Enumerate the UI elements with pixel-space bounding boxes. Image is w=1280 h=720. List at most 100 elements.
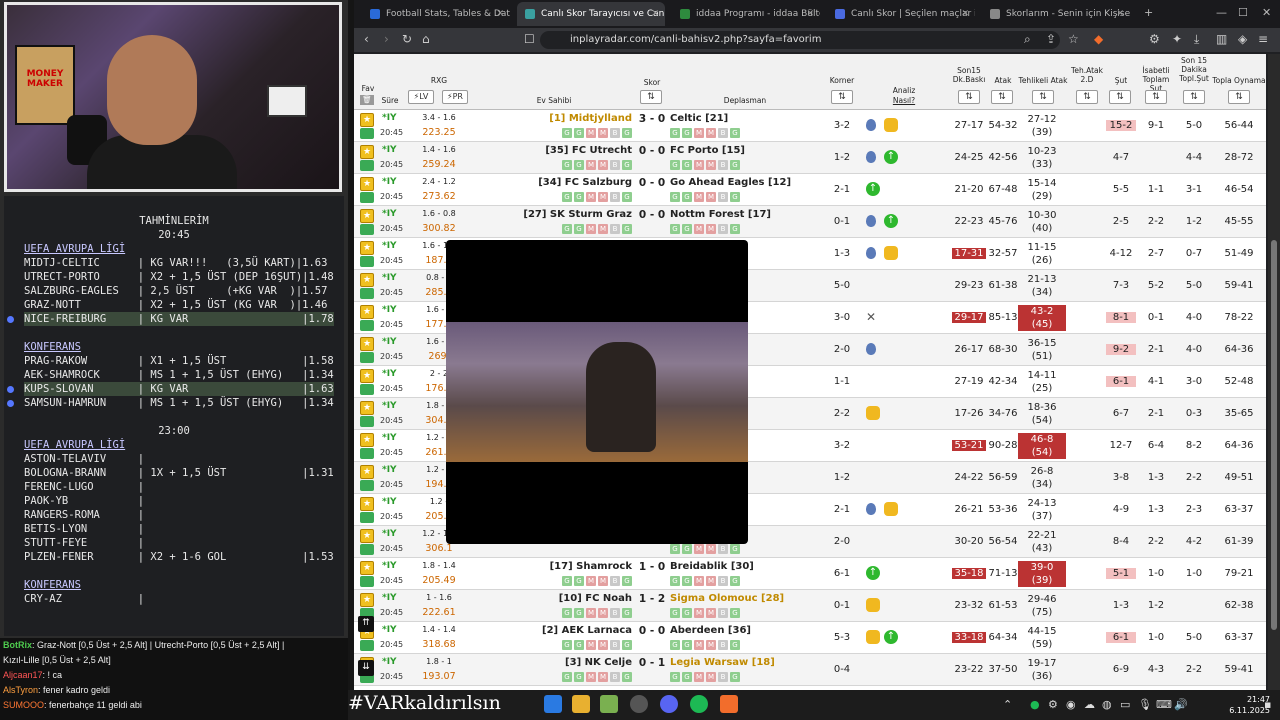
tray-spotify-icon[interactable]: ● xyxy=(1030,698,1040,711)
up-arrow-icon[interactable]: ↑ xyxy=(884,630,898,644)
stats-icon[interactable] xyxy=(360,224,374,235)
home-team[interactable]: [34] FC Salzburg xyxy=(538,177,632,188)
away-team[interactable]: Celtic [21] xyxy=(670,113,728,124)
away-team[interactable]: FC Porto [15] xyxy=(670,145,745,156)
stats-icon[interactable] xyxy=(360,320,374,331)
away-team[interactable]: Breidablik [30] xyxy=(670,561,754,572)
ball-icon[interactable] xyxy=(866,247,876,259)
discord-icon[interactable] xyxy=(660,695,678,713)
tray-app-icon[interactable]: ◍ xyxy=(1102,698,1112,711)
away-team[interactable]: Nottm Forest [17] xyxy=(670,209,771,220)
notepad-icon[interactable] xyxy=(600,695,618,713)
tab-close-icon[interactable]: ✕ xyxy=(961,2,969,26)
ball-icon[interactable] xyxy=(866,119,876,131)
tray-cloud-icon[interactable]: ☁ xyxy=(1084,698,1095,711)
money-bag-icon[interactable] xyxy=(884,502,898,516)
favorite-star-button[interactable]: ★ xyxy=(360,497,374,511)
scroll-top-button[interactable]: ⇈ xyxy=(358,616,374,632)
stats-icon[interactable] xyxy=(360,640,374,651)
zoom-icon[interactable]: ⌕ xyxy=(1024,32,1031,47)
tab-close-icon[interactable]: ✕ xyxy=(806,2,814,26)
star-icon[interactable]: ☆ xyxy=(1068,32,1079,46)
tray-gear-icon[interactable]: ⚙ xyxy=(1048,698,1058,711)
home-team[interactable]: [2] AEK Larnaca xyxy=(542,625,632,636)
chat-username[interactable]: AlsTyron xyxy=(3,685,38,695)
sort-pr[interactable]: ⚡PR xyxy=(442,90,468,104)
tray-monitor-icon[interactable]: ▭ xyxy=(1120,698,1130,711)
obs-icon[interactable] xyxy=(630,695,648,713)
tray-network-icon[interactable]: ⌨ xyxy=(1156,698,1172,711)
page-scrollbar[interactable] xyxy=(1268,54,1280,690)
tab-close-icon[interactable]: ✕ xyxy=(496,2,504,26)
back-icon[interactable]: ‹ xyxy=(364,32,369,46)
sort-son15[interactable]: ⇅ xyxy=(958,90,980,104)
home-team[interactable]: [27] SK Sturm Graz xyxy=(523,209,632,220)
url-field[interactable]: inplayradar.com/canli-bahisv2.php?sayfa=… xyxy=(540,31,1060,49)
favorite-star-button[interactable]: ★ xyxy=(360,113,374,127)
favorite-star-button[interactable]: ★ xyxy=(360,465,374,479)
stats-icon[interactable] xyxy=(360,480,374,491)
stats-icon[interactable] xyxy=(360,448,374,459)
file-explorer-icon[interactable] xyxy=(572,695,590,713)
scroll-bottom-button[interactable]: ⇊ xyxy=(358,660,374,676)
money-bag-icon[interactable] xyxy=(866,598,880,612)
wallet-icon[interactable]: ◈ xyxy=(1238,32,1247,46)
tab-close-icon[interactable]: ✕ xyxy=(651,2,659,26)
favorite-star-button[interactable]: ★ xyxy=(360,209,374,223)
money-bag-icon[interactable] xyxy=(866,630,880,644)
stats-icon[interactable] xyxy=(360,416,374,427)
forward-icon[interactable]: › xyxy=(384,32,389,46)
volume-icon[interactable]: 🔊 xyxy=(1174,698,1188,711)
notification-icon[interactable]: ▪ xyxy=(1264,698,1271,711)
sort-topla[interactable]: ⇅ xyxy=(1228,90,1250,104)
sort-atak[interactable]: ⇅ xyxy=(991,90,1013,104)
menu-icon[interactable]: ≡ xyxy=(1258,32,1268,46)
sidebar-icon[interactable]: ▥ xyxy=(1216,32,1227,46)
stats-icon[interactable] xyxy=(360,512,374,523)
tray-discord-icon[interactable]: ◉ xyxy=(1066,698,1076,711)
crossed-tools-icon[interactable]: ✕ xyxy=(866,310,880,324)
stats-icon[interactable] xyxy=(360,544,374,555)
sort-tehlikeli[interactable]: ⇅ xyxy=(1032,90,1054,104)
up-arrow-icon[interactable]: ↑ xyxy=(884,150,898,164)
money-bag-icon[interactable] xyxy=(866,406,880,420)
ball-icon[interactable] xyxy=(866,215,876,227)
stats-icon[interactable] xyxy=(360,160,374,171)
favorite-star-button[interactable]: ★ xyxy=(360,177,374,191)
new-tab-button[interactable]: + xyxy=(1144,6,1153,19)
stats-icon[interactable] xyxy=(360,352,374,363)
favorite-star-button[interactable]: ★ xyxy=(360,561,374,575)
tab-close-icon[interactable]: ✕ xyxy=(1116,2,1124,26)
money-bag-icon[interactable] xyxy=(884,118,898,132)
extension-icon[interactable]: ⚙ xyxy=(1149,32,1160,46)
up-arrow-icon[interactable]: ↑ xyxy=(866,182,880,196)
browser-tab[interactable]: iddaa Programı - iddaa Bülteni | id✕ xyxy=(672,2,820,26)
sort-isabetli[interactable]: ⇅ xyxy=(1145,90,1167,104)
home-team[interactable]: [10] FC Noah xyxy=(559,593,632,604)
sort-korner[interactable]: ⇅ xyxy=(831,90,853,104)
sort-son15d[interactable]: ⇅ xyxy=(1183,90,1205,104)
spotify-icon[interactable] xyxy=(690,695,708,713)
brave-icon[interactable] xyxy=(720,695,738,713)
header-nasil[interactable]: Nasıl? xyxy=(874,96,934,105)
favorite-star-button[interactable]: ★ xyxy=(360,593,374,607)
home-team[interactable]: [17] Shamrock xyxy=(550,561,632,572)
home-team[interactable]: [35] FC Utrecht xyxy=(545,145,632,156)
favorite-star-button[interactable]: ★ xyxy=(360,401,374,415)
stats-icon[interactable] xyxy=(360,576,374,587)
bookmark-icon[interactable]: ☐ xyxy=(524,32,535,46)
sort-lv[interactable]: ⚡LV xyxy=(408,90,434,104)
favorite-star-button[interactable]: ★ xyxy=(360,305,374,319)
ball-icon[interactable] xyxy=(866,151,876,163)
away-team[interactable]: Sigma Olomouc [28] xyxy=(670,593,784,604)
browser-tab[interactable]: Canlı Skor Tarayıcısı ve Canlı S ✕ xyxy=(517,2,665,26)
chat-username[interactable]: BotRix xyxy=(3,640,32,650)
away-team[interactable]: Aberdeen [36] xyxy=(670,625,751,636)
browser-tab[interactable]: Canlı Skor | Seçilen maçlar için can✕ xyxy=(827,2,975,26)
up-arrow-icon[interactable]: ↑ xyxy=(884,214,898,228)
favorite-star-button[interactable]: ★ xyxy=(360,273,374,287)
download-icon[interactable]: ⤓ xyxy=(1194,32,1199,47)
sort-tehatak[interactable]: ⇅ xyxy=(1076,90,1098,104)
chat-username[interactable]: Aljcaan17 xyxy=(3,670,43,680)
favorite-star-button[interactable]: ★ xyxy=(360,369,374,383)
